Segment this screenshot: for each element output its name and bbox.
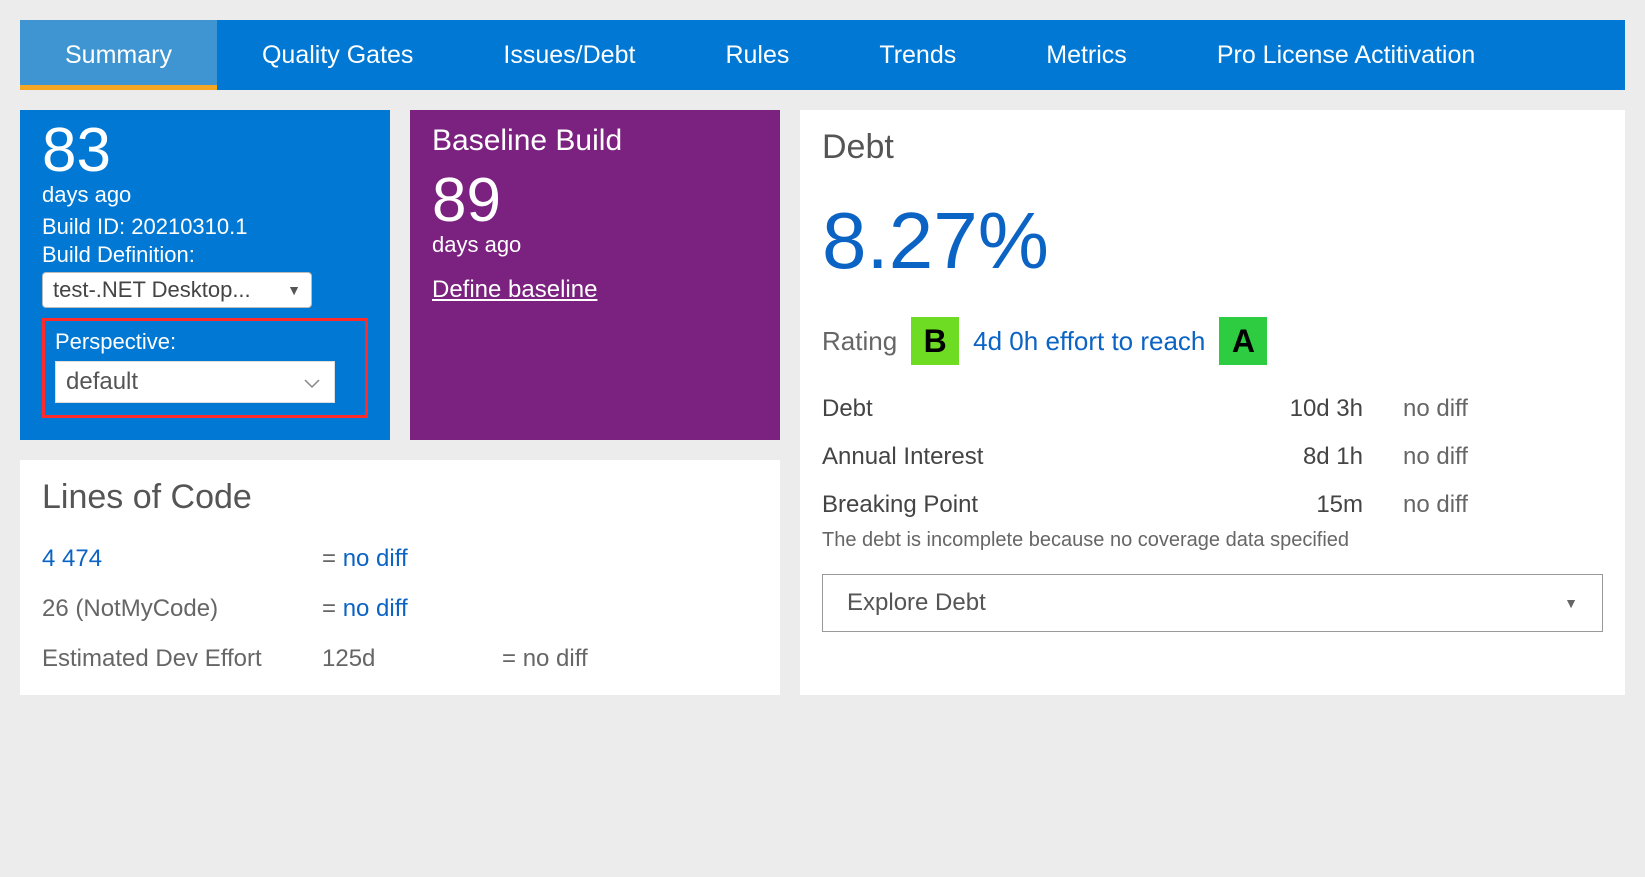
tab-summary[interactable]: Summary	[20, 20, 217, 90]
debt-card: Debt 8.27% Rating B 4d 0h effort to reac…	[800, 110, 1625, 695]
rating-badge: B	[911, 317, 959, 365]
debt-row-value: 10d 3h	[1203, 395, 1403, 423]
target-rating-badge: A	[1219, 317, 1267, 365]
debt-title: Debt	[822, 128, 1603, 167]
build-definition-value: test-.NET Desktop...	[53, 277, 251, 302]
baseline-card: Baseline Build 89 days ago Define baseli…	[410, 110, 780, 440]
baseline-days-label: days ago	[432, 232, 758, 258]
loc-total-link[interactable]: 4 474	[42, 545, 322, 573]
loc-est-diff: no diff	[523, 645, 588, 672]
annual-interest-diff: no diff	[1403, 443, 1603, 471]
tab-license[interactable]: Pro License Actitivation	[1172, 20, 1520, 90]
baseline-days: 89	[432, 170, 758, 232]
tab-issues-debt[interactable]: Issues/Debt	[458, 20, 680, 90]
loc-notmycode: 26 (NotMyCode)	[42, 595, 322, 623]
tab-trends[interactable]: Trends	[834, 20, 1001, 90]
tab-bar: Summary Quality Gates Issues/Debt Rules …	[20, 20, 1625, 90]
breaking-point-value: 15m	[1203, 491, 1403, 519]
debt-note: The debt is incomplete because no covera…	[822, 529, 1603, 552]
build-definition-select[interactable]: test-.NET Desktop... ▼	[42, 272, 312, 308]
tab-rules[interactable]: Rules	[680, 20, 834, 90]
chevron-down-icon: ▼	[287, 282, 301, 298]
lines-of-code-card: Lines of Code 4 474 = no diff 26 (NotMyC…	[20, 460, 780, 695]
loc-est-eq: =	[502, 645, 523, 672]
debt-percentage[interactable]: 8.27%	[822, 195, 1603, 287]
chevron-down-icon	[304, 368, 320, 396]
debt-row-label: Debt	[822, 395, 1203, 423]
loc-total-eq: =	[322, 545, 343, 572]
annual-interest-label: Annual Interest	[822, 443, 1203, 471]
rating-label: Rating	[822, 326, 897, 357]
define-baseline-link[interactable]: Define baseline	[432, 276, 758, 304]
perspective-select[interactable]: default	[55, 361, 335, 403]
loc-est-value: 125d	[322, 645, 502, 673]
build-id: Build ID: 20210310.1	[42, 214, 368, 240]
breaking-point-label: Breaking Point	[822, 491, 1203, 519]
tab-quality-gates[interactable]: Quality Gates	[217, 20, 458, 90]
build-days-label: days ago	[42, 182, 368, 208]
perspective-value: default	[66, 368, 138, 395]
loc-notmycode-eq: =	[322, 595, 343, 622]
baseline-title: Baseline Build	[432, 124, 758, 158]
explore-debt-label: Explore Debt	[847, 589, 986, 617]
build-days-ago: 83	[42, 120, 368, 182]
build-definition-label: Build Definition:	[42, 242, 368, 268]
loc-notmycode-diff[interactable]: no diff	[343, 595, 408, 622]
chevron-down-icon: ▼	[1564, 595, 1578, 611]
effort-to-reach-link[interactable]: 4d 0h effort to reach	[973, 326, 1205, 357]
explore-debt-select[interactable]: Explore Debt ▼	[822, 574, 1603, 632]
annual-interest-value: 8d 1h	[1203, 443, 1403, 471]
breaking-point-diff: no diff	[1403, 491, 1603, 519]
build-card: 83 days ago Build ID: 20210310.1 Build D…	[20, 110, 390, 440]
loc-est-label: Estimated Dev Effort	[42, 645, 322, 673]
perspective-label: Perspective:	[55, 329, 355, 355]
tab-metrics[interactable]: Metrics	[1001, 20, 1172, 90]
loc-total-diff[interactable]: no diff	[343, 545, 408, 572]
loc-title: Lines of Code	[42, 478, 758, 517]
perspective-highlight: Perspective: default	[42, 318, 368, 418]
debt-row-diff: no diff	[1403, 395, 1603, 423]
